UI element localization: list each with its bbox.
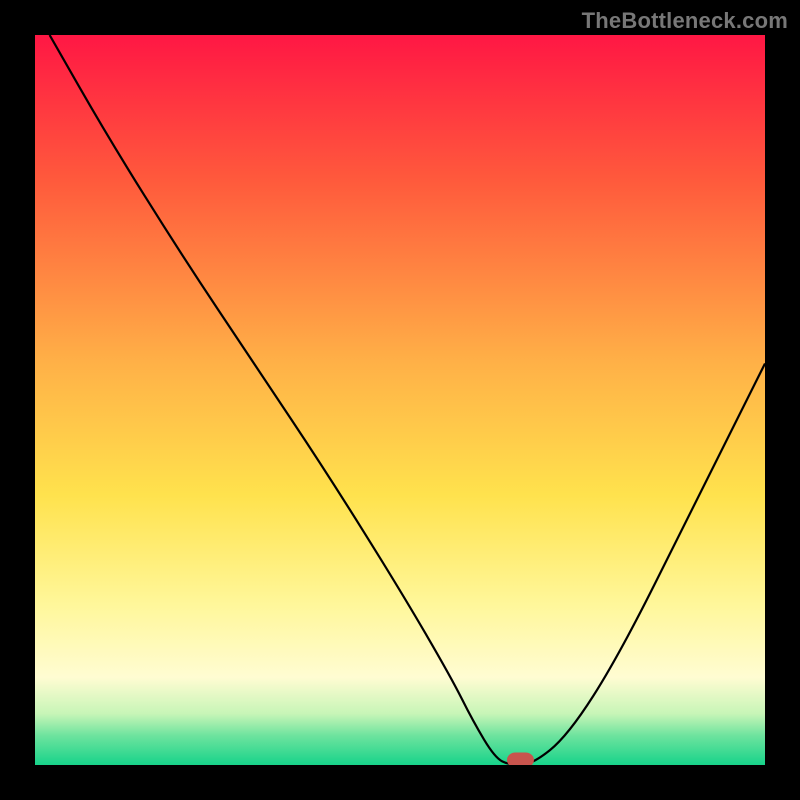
watermark-text: TheBottleneck.com (582, 8, 788, 34)
optimal-marker (507, 753, 533, 765)
plot-area (35, 35, 765, 765)
chart-background (35, 35, 765, 765)
chart-container: TheBottleneck.com (0, 0, 800, 800)
chart-svg (35, 35, 765, 765)
